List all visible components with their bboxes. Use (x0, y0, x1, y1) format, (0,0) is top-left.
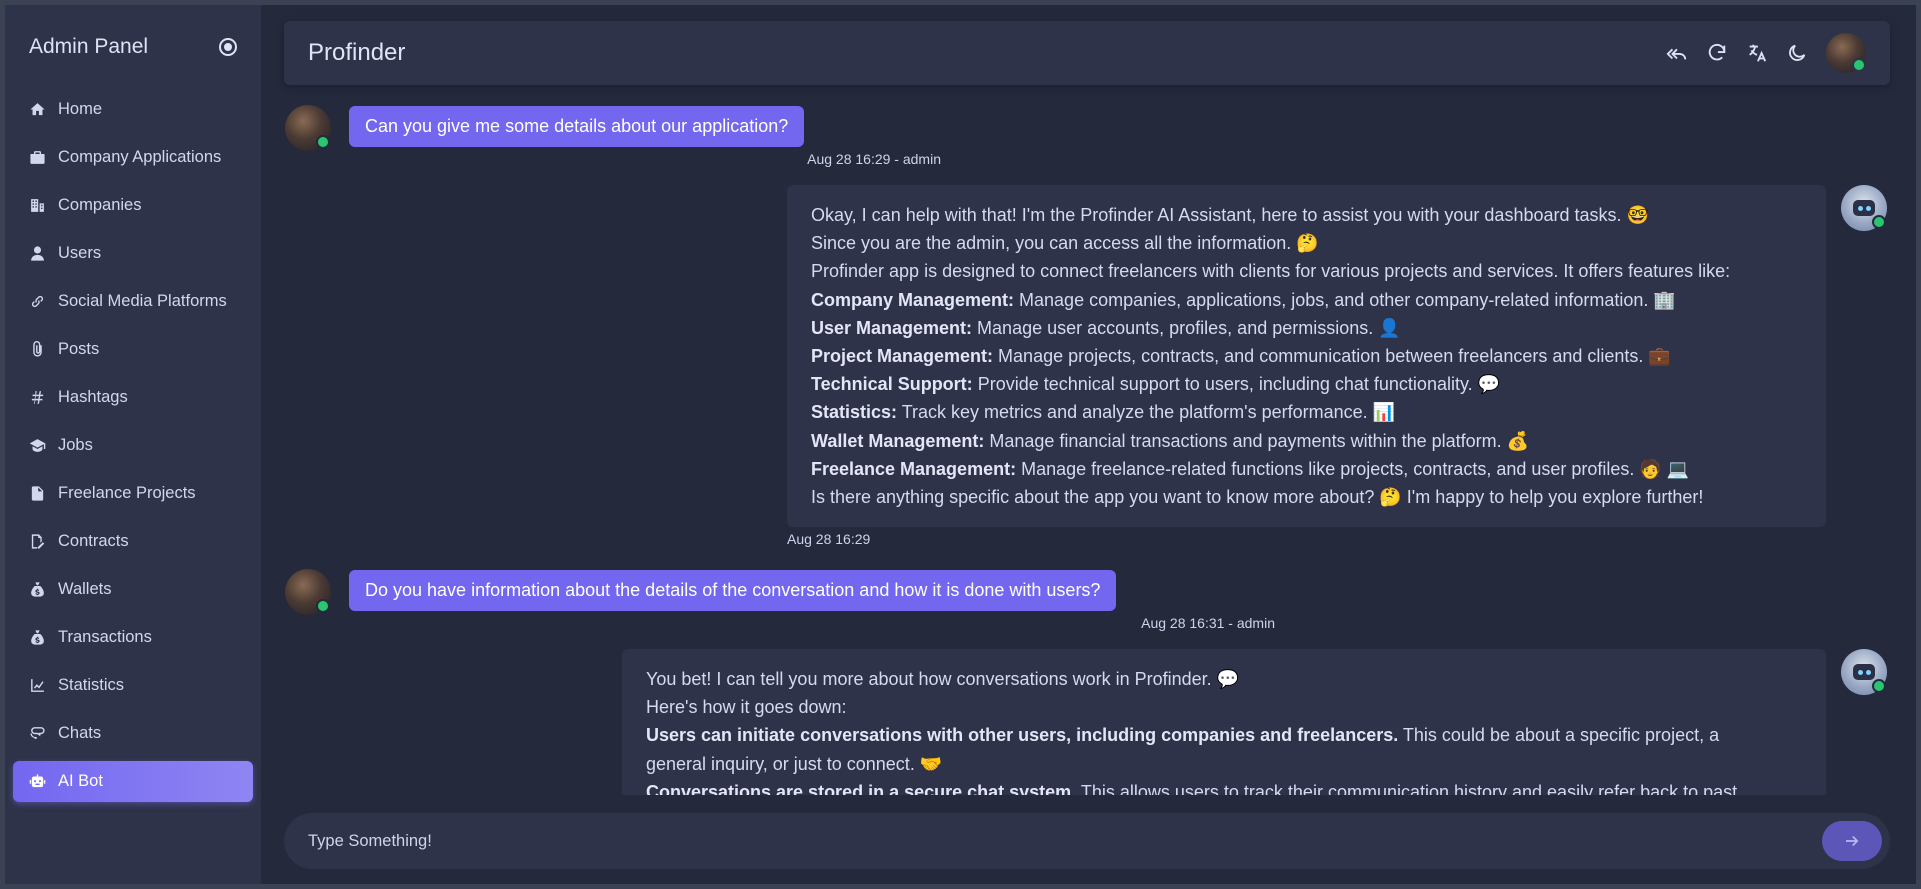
bot-message-line: Profinder app is designed to connect fre… (811, 261, 1731, 282)
topbar: Profinder (284, 21, 1890, 85)
sidebar-header: Admin Panel (5, 5, 261, 89)
message-meta: Aug 28 16:29 - admin (807, 151, 941, 167)
bot-message-line: Technical Support: Provide technical sup… (811, 374, 1501, 395)
sidebar-item-hashtags[interactable]: Hashtags (13, 377, 253, 418)
signature-icon (31, 534, 45, 549)
bot-message-line: Freelance Management: Manage freelance-r… (811, 458, 1690, 479)
paperclip-icon (33, 341, 42, 357)
bot-message-line: You bet! I can tell you more about how c… (646, 669, 1240, 689)
page-title: Profinder (308, 39, 406, 66)
sidebar-item-posts[interactable]: Posts (13, 329, 253, 370)
chat-icon (30, 727, 45, 740)
sidebar-toggle-icon[interactable] (219, 38, 237, 56)
money-bag-icon (31, 582, 44, 597)
sidebar-item-jobs[interactable]: Jobs (13, 425, 253, 466)
sidebar-item-users[interactable]: Users (13, 233, 253, 274)
briefcase-icon (30, 151, 45, 164)
sidebar-item-chats[interactable]: Chats (13, 713, 253, 754)
robot-icon (29, 774, 46, 788)
graduation-cap-icon (29, 439, 46, 452)
chart-line-icon (31, 679, 44, 692)
bot-message-line: Users can initiate conversations with ot… (646, 725, 1720, 746)
building-icon (31, 199, 44, 212)
moon-icon[interactable] (1786, 42, 1808, 64)
message-meta: Aug 28 16:31 - admin (1141, 615, 1275, 631)
topbar-actions (1666, 33, 1866, 73)
refresh-icon[interactable] (1706, 42, 1728, 64)
file-icon (31, 486, 44, 501)
bot-message-line: Here's how it goes down: (646, 697, 847, 718)
user-avatar (285, 105, 331, 151)
sidebar-item-label: AI Bot (58, 772, 103, 790)
sidebar-item-transactions[interactable]: Transactions (13, 617, 253, 658)
bot-message-line: Wallet Management: Manage financial tran… (811, 430, 1530, 451)
sidebar-title: Admin Panel (29, 35, 149, 58)
sidebar-item-label: Home (58, 100, 103, 118)
sidebar: Admin Panel Home Company Applications Co… (5, 5, 261, 884)
message-composer (284, 813, 1890, 869)
chat-log: Can you give me some details about our a… (261, 95, 1916, 795)
bot-message: You bet! I can tell you more about how c… (622, 649, 1826, 795)
arrow-right-icon (1846, 835, 1859, 847)
bot-message-line: Company Management: Manage companies, ap… (811, 289, 1676, 310)
bot-message-line: Statistics: Track key metrics and analyz… (811, 402, 1396, 423)
hashtag-icon (31, 391, 44, 404)
bot-message-line: Okay, I can help with that! I'm the Prof… (811, 205, 1649, 225)
sidebar-item-label: Hashtags (58, 388, 128, 406)
sidebar-item-label: Contracts (58, 532, 129, 550)
bot-message-line: Since you are the admin, you can access … (811, 233, 1319, 254)
sidebar-item-ai-bot[interactable]: AI Bot (13, 761, 253, 802)
sidebar-item-label: Statistics (58, 676, 125, 694)
reply-all-icon[interactable] (1666, 42, 1688, 64)
bot-message: Okay, I can help with that! I'm the Prof… (787, 185, 1826, 528)
sidebar-item-companies[interactable]: Companies (13, 185, 253, 226)
sidebar-item-freelance-projects[interactable]: Freelance Projects (13, 473, 253, 514)
bot-message-line: Conversations are stored in a secure cha… (646, 781, 1738, 795)
sidebar-item-company-applications[interactable]: Company Applications (13, 137, 253, 178)
sidebar-item-contracts[interactable]: Contracts (13, 521, 253, 562)
avatar[interactable] (1826, 33, 1866, 73)
sidebar-item-statistics[interactable]: Statistics (13, 665, 253, 706)
sidebar-item-label: Social Media Platforms (58, 292, 227, 310)
translate-icon[interactable] (1746, 42, 1768, 64)
sidebar-item-label: Jobs (58, 436, 93, 454)
link-icon (31, 295, 44, 308)
main-content: Profinder Can you give me some details a… (261, 5, 1916, 884)
sidebar-item-social-media-platforms[interactable]: Social Media Platforms (13, 281, 253, 322)
bot-message-line: Project Management: Manage projects, con… (811, 346, 1671, 367)
bot-avatar (1841, 185, 1887, 231)
bot-message-line: general inquiry, or just to connect. 🤝 (646, 753, 943, 774)
bot-message-line: Is there anything specific about the app… (811, 487, 1704, 508)
sidebar-item-label: Freelance Projects (58, 484, 196, 502)
sidebar-item-home[interactable]: Home (13, 89, 253, 130)
money-bag-icon (31, 630, 44, 645)
sidebar-item-label: Users (58, 244, 102, 262)
sidebar-item-label: Companies (58, 196, 142, 214)
sidebar-menu: Home Company Applications Companies User… (5, 89, 261, 802)
bot-avatar (1841, 649, 1887, 695)
sidebar-item-label: Company Applications (58, 148, 222, 166)
user-message: Can you give me some details about our a… (349, 106, 805, 147)
user-message: Do you have information about the detail… (349, 570, 1117, 611)
sidebar-item-label: Wallets (58, 580, 112, 598)
send-button[interactable] (1822, 821, 1882, 861)
message-meta: Aug 28 16:29 (787, 531, 871, 547)
home-icon (30, 103, 45, 116)
sidebar-item-wallets[interactable]: Wallets (13, 569, 253, 610)
bot-message-line: User Management: Manage user accounts, p… (811, 317, 1401, 338)
sidebar-item-label: Transactions (58, 628, 152, 646)
sidebar-item-label: Posts (58, 340, 100, 358)
sidebar-item-label: Chats (58, 724, 102, 742)
message-input[interactable] (308, 831, 1708, 851)
user-icon (31, 246, 44, 261)
user-avatar (285, 569, 331, 615)
